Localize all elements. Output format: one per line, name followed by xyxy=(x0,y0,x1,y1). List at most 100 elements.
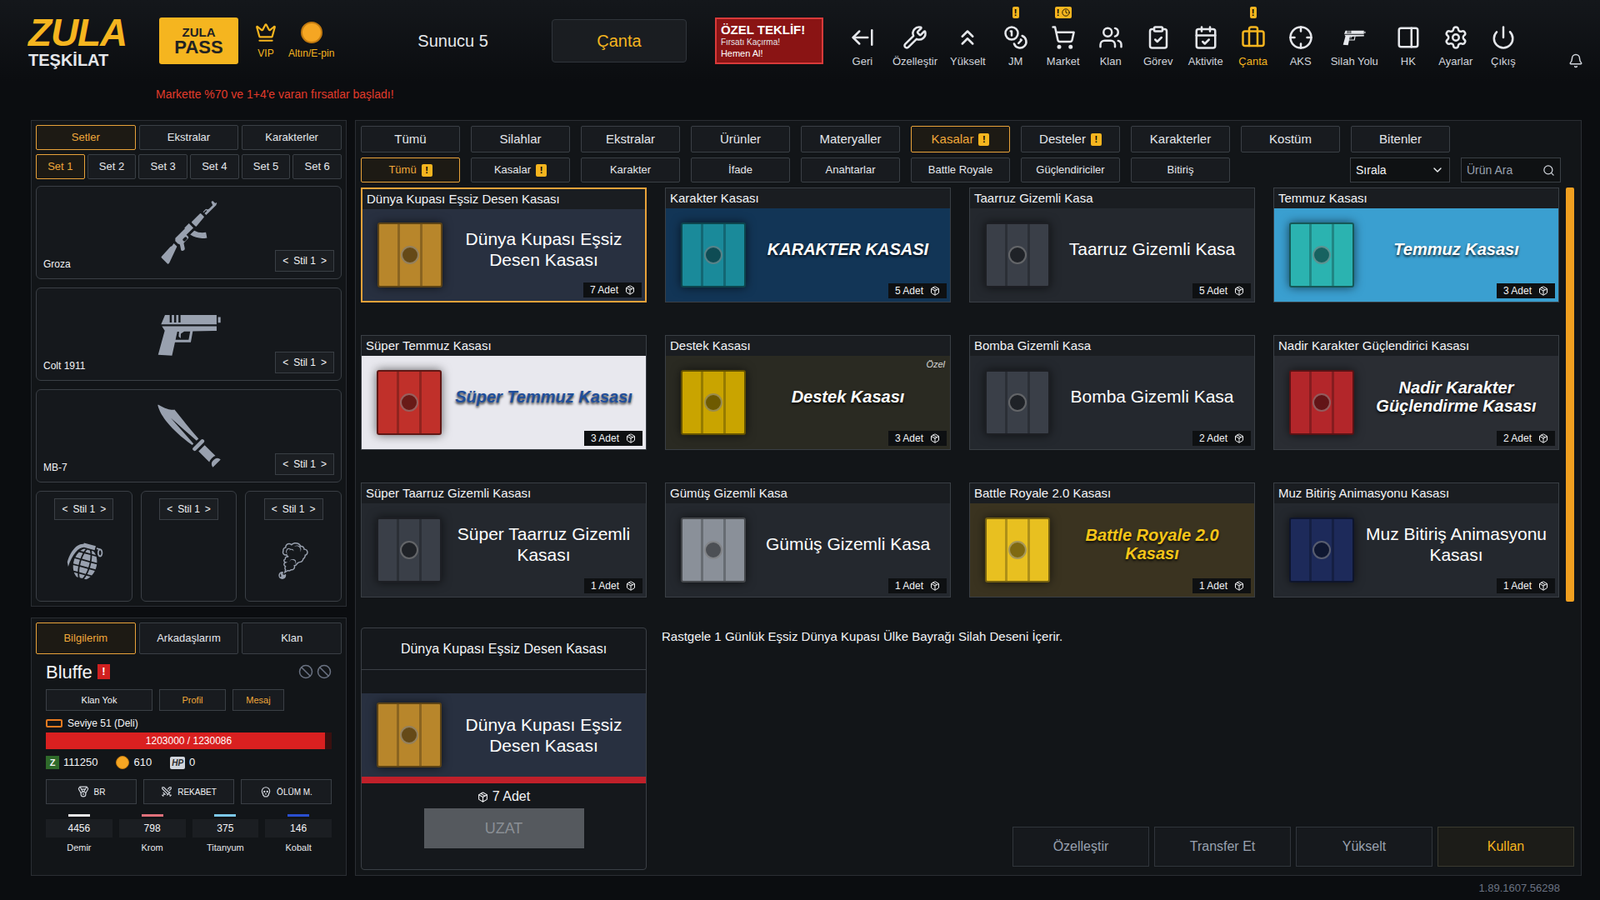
crate-card[interactable]: Gümüş Gizemli KasaGümüş Gizemli Kasa1 Ad… xyxy=(665,482,951,598)
card-title: Battle Royale 2.0 Kasası xyxy=(970,483,1255,504)
crate-card[interactable]: Muz Bitiriş Animasyonu KasasıMuz Bitiriş… xyxy=(1273,482,1560,598)
action-button[interactable]: Özelleştir xyxy=(1012,826,1150,867)
card-title: Taarruz Gizemli Kasa xyxy=(970,188,1255,209)
category-tab[interactable]: Silahlar xyxy=(470,125,570,153)
nav-item[interactable]: Yükselt xyxy=(950,11,986,70)
extend-button[interactable]: UZAT xyxy=(424,808,585,849)
nav-item[interactable]: Silah Yolu xyxy=(1330,11,1379,70)
count-chip: 5 Adet xyxy=(1192,283,1251,299)
style-selector[interactable]: <Stil 1> xyxy=(275,351,335,374)
crate-card[interactable]: Destek KasasıDestek KasasıÖzel3 Adet xyxy=(665,335,951,450)
loadout-tab[interactable]: Karakterler xyxy=(241,125,342,150)
action-button[interactable]: Kullan xyxy=(1437,826,1575,867)
blocked-icon[interactable] xyxy=(298,664,314,680)
category-tab[interactable]: Materyaller xyxy=(800,125,900,153)
crate-card[interactable]: Süper Taarruz Gizemli KasasıSüper Taarru… xyxy=(360,482,647,598)
category-tab[interactable]: Desteler! xyxy=(1020,125,1120,153)
equipment-slot[interactable]: <Stil 1> xyxy=(35,490,133,602)
sub-tab[interactable]: Karakter xyxy=(580,157,680,183)
sub-tab[interactable]: Anahtarlar xyxy=(800,157,900,183)
currency-link[interactable]: Altın/E-pin xyxy=(288,21,335,61)
bag-button[interactable]: Çanta xyxy=(551,19,687,63)
profile-tab[interactable]: Arkadaşlarım xyxy=(139,622,240,655)
weapon-slot[interactable]: Groza<Stil 1> xyxy=(35,185,342,280)
package-icon xyxy=(1234,580,1245,591)
sub-tab[interactable]: Güçlendiriciler xyxy=(1020,157,1120,183)
profile-button[interactable]: Profil xyxy=(159,689,226,711)
category-tab[interactable]: Tümü xyxy=(360,125,460,153)
set-tab[interactable]: Set 4 xyxy=(190,154,240,180)
mode-button[interactable]: REKABET xyxy=(143,779,235,805)
category-tab[interactable]: Karakterler xyxy=(1130,125,1230,153)
crate-card[interactable]: Süper Temmuz KasasıSüper Temmuz Kasası3 … xyxy=(360,335,647,450)
sub-tab[interactable]: Bitiriş xyxy=(1130,157,1230,183)
set-tab[interactable]: Set 6 xyxy=(292,154,342,180)
weapon-slot[interactable]: MB-7<Stil 1> xyxy=(35,389,342,483)
set-tab[interactable]: Set 2 xyxy=(87,154,137,180)
crate-card[interactable]: Battle Royale 2.0 Kasası Battle Royale 2.… xyxy=(969,482,1255,598)
set-tab[interactable]: Set 5 xyxy=(241,154,291,180)
nav-item[interactable]: HK xyxy=(1390,11,1426,70)
action-button[interactable]: Yükselt xyxy=(1295,826,1433,867)
profile-button[interactable]: Klan Yok xyxy=(45,689,153,711)
nav-item[interactable]: Ayarlar xyxy=(1438,11,1474,70)
crate-card[interactable]: Dünya Kupası Eşsiz Desen KasasıDünya Kup… xyxy=(360,187,647,303)
coin-icon xyxy=(300,21,323,44)
currency-link[interactable]: VIP xyxy=(255,21,277,61)
style-selector[interactable]: <Stil 1> xyxy=(159,498,219,520)
loadout-tab[interactable]: Setler xyxy=(35,125,136,150)
style-selector[interactable]: <Stil 1> xyxy=(275,453,335,475)
loadout-tab[interactable]: Ekstralar xyxy=(139,125,240,150)
nav-item[interactable]: !Çanta xyxy=(1235,11,1271,70)
pass-button[interactable]: ZULAPASS xyxy=(159,17,239,65)
nav-item[interactable]: !JM xyxy=(998,11,1034,70)
sub-tab[interactable]: Tümü! xyxy=(360,157,460,183)
category-tab[interactable]: Bitenler xyxy=(1350,125,1450,153)
bell-icon[interactable] xyxy=(1568,53,1584,69)
mode-button[interactable]: ÖLÜM M. xyxy=(240,779,332,805)
offer-button[interactable]: ÖZEL TEKLİF!Fırsatı Kaçırma!Hemen Al! xyxy=(715,17,824,65)
profile-button[interactable]: Mesaj xyxy=(232,689,285,711)
set-tab[interactable]: Set 3 xyxy=(138,154,188,180)
announcement[interactable]: Markette %70 ve 1+4'e varan fırsatlar ba… xyxy=(0,81,1600,107)
nav-item[interactable]: Özelleştir xyxy=(892,11,938,70)
category-tab[interactable]: Kostüm xyxy=(1240,125,1340,153)
mode-button[interactable]: BR xyxy=(45,779,137,805)
equipment-slot[interactable]: <Stil 1> xyxy=(245,490,342,602)
nav-item[interactable]: AKS xyxy=(1283,11,1319,70)
category-tab[interactable]: Ürünler xyxy=(690,125,790,153)
profile-tab[interactable]: Klan xyxy=(241,622,342,655)
profile-tab[interactable]: Bilgilerim xyxy=(35,622,136,655)
crate-card[interactable]: Bomba Gizemli KasaBomba Gizemli Kasa2 Ad… xyxy=(969,335,1255,450)
resource: 798Krom xyxy=(119,814,186,855)
style-selector[interactable]: <Stil 1> xyxy=(264,498,324,520)
blocked-icon[interactable] xyxy=(316,664,332,680)
crate-card[interactable]: Nadir Karakter Güçlendirici KasasıNadir … xyxy=(1273,335,1560,450)
crate-card[interactable]: Taarruz Gizemli KasaTaarruz Gizemli Kasa… xyxy=(969,187,1255,303)
nav-item[interactable]: Aktivite xyxy=(1188,11,1224,70)
nav-item[interactable]: Klan xyxy=(1093,11,1129,70)
sort-dropdown[interactable]: Sırala xyxy=(1350,157,1450,183)
nav-item[interactable]: Çıkış xyxy=(1485,11,1521,70)
category-tab[interactable]: Kasalar! xyxy=(910,125,1010,153)
sub-tab[interactable]: Kasalar! xyxy=(470,157,570,183)
crate-icon xyxy=(1289,370,1355,435)
nav-item[interactable]: !Market xyxy=(1045,11,1081,70)
weapon-slot[interactable]: Colt 1911<Stil 1> xyxy=(35,287,342,381)
logo[interactable]: ZULATEŞKİLAT xyxy=(28,13,141,69)
nav-item[interactable]: Görev xyxy=(1140,11,1176,70)
crate-card[interactable]: Karakter KasasıKARAKTER KASASI5 Adet xyxy=(665,187,951,303)
category-tab[interactable]: Ekstralar xyxy=(580,125,680,153)
style-selector[interactable]: <Stil 1> xyxy=(54,498,114,520)
nav-item[interactable]: Geri xyxy=(845,11,880,70)
style-selector[interactable]: <Stil 1> xyxy=(275,250,335,272)
action-button[interactable]: Transfer Et xyxy=(1154,826,1291,867)
sub-tab[interactable]: İfade xyxy=(690,157,790,183)
sub-tab[interactable]: Battle Royale xyxy=(910,157,1010,183)
scrollbar[interactable] xyxy=(1565,187,1575,602)
search-field[interactable]: Ürün Ara xyxy=(1460,157,1561,183)
crate-card[interactable]: Temmuz KasasıTemmuz Kasası3 Adet xyxy=(1273,187,1560,303)
banner-text: Battle Royale 2.0 Kasası xyxy=(1056,525,1248,563)
set-tab[interactable]: Set 1 xyxy=(35,154,85,180)
equipment-slot[interactable]: <Stil 1> xyxy=(140,490,238,602)
